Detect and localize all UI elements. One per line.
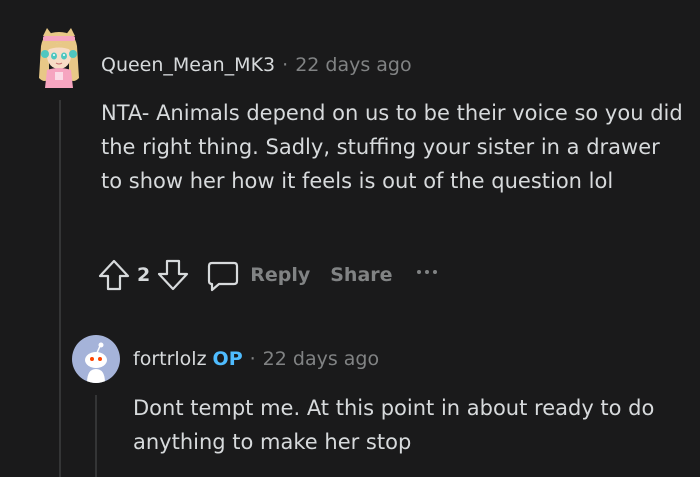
snoo-avatar-icon: [85, 342, 107, 383]
reply-timestamp[interactable]: 22 days ago: [263, 348, 379, 370]
comment-meta: Queen_Mean_MK3 · 22 days ago: [101, 54, 412, 76]
thread-line-main[interactable]: [59, 100, 61, 477]
avatar-image: [39, 28, 79, 88]
reply-author[interactable]: fortrlolz: [133, 348, 207, 370]
reply-button[interactable]: Reply: [206, 258, 310, 292]
upvote-icon[interactable]: [97, 258, 131, 292]
comment-body: NTA- Animals depend on us to be their vo…: [101, 101, 683, 193]
downvote-icon[interactable]: [156, 258, 190, 292]
meta-separator: ·: [249, 348, 256, 370]
thread-line-reply[interactable]: [95, 395, 97, 477]
reply-label: Reply: [250, 264, 311, 286]
comment-timestamp[interactable]: 22 days ago: [295, 54, 411, 76]
comment-icon: [208, 261, 239, 292]
more-options-icon[interactable]: [416, 270, 437, 274]
user-avatar[interactable]: [33, 28, 85, 90]
op-avatar[interactable]: [72, 335, 120, 383]
reply-body: Dont tempt me. At this point in about re…: [133, 396, 655, 454]
op-badge: OP: [212, 348, 243, 370]
comment-actions: 2 Reply Share: [97, 257, 437, 293]
reply-meta: fortrlolz OP · 22 days ago: [133, 348, 379, 370]
share-label: Share: [330, 264, 393, 286]
meta-separator: ·: [282, 54, 289, 76]
comment-author[interactable]: Queen_Mean_MK3: [101, 54, 275, 76]
vote-count: 2: [137, 264, 151, 286]
share-button[interactable]: Share: [330, 264, 392, 286]
